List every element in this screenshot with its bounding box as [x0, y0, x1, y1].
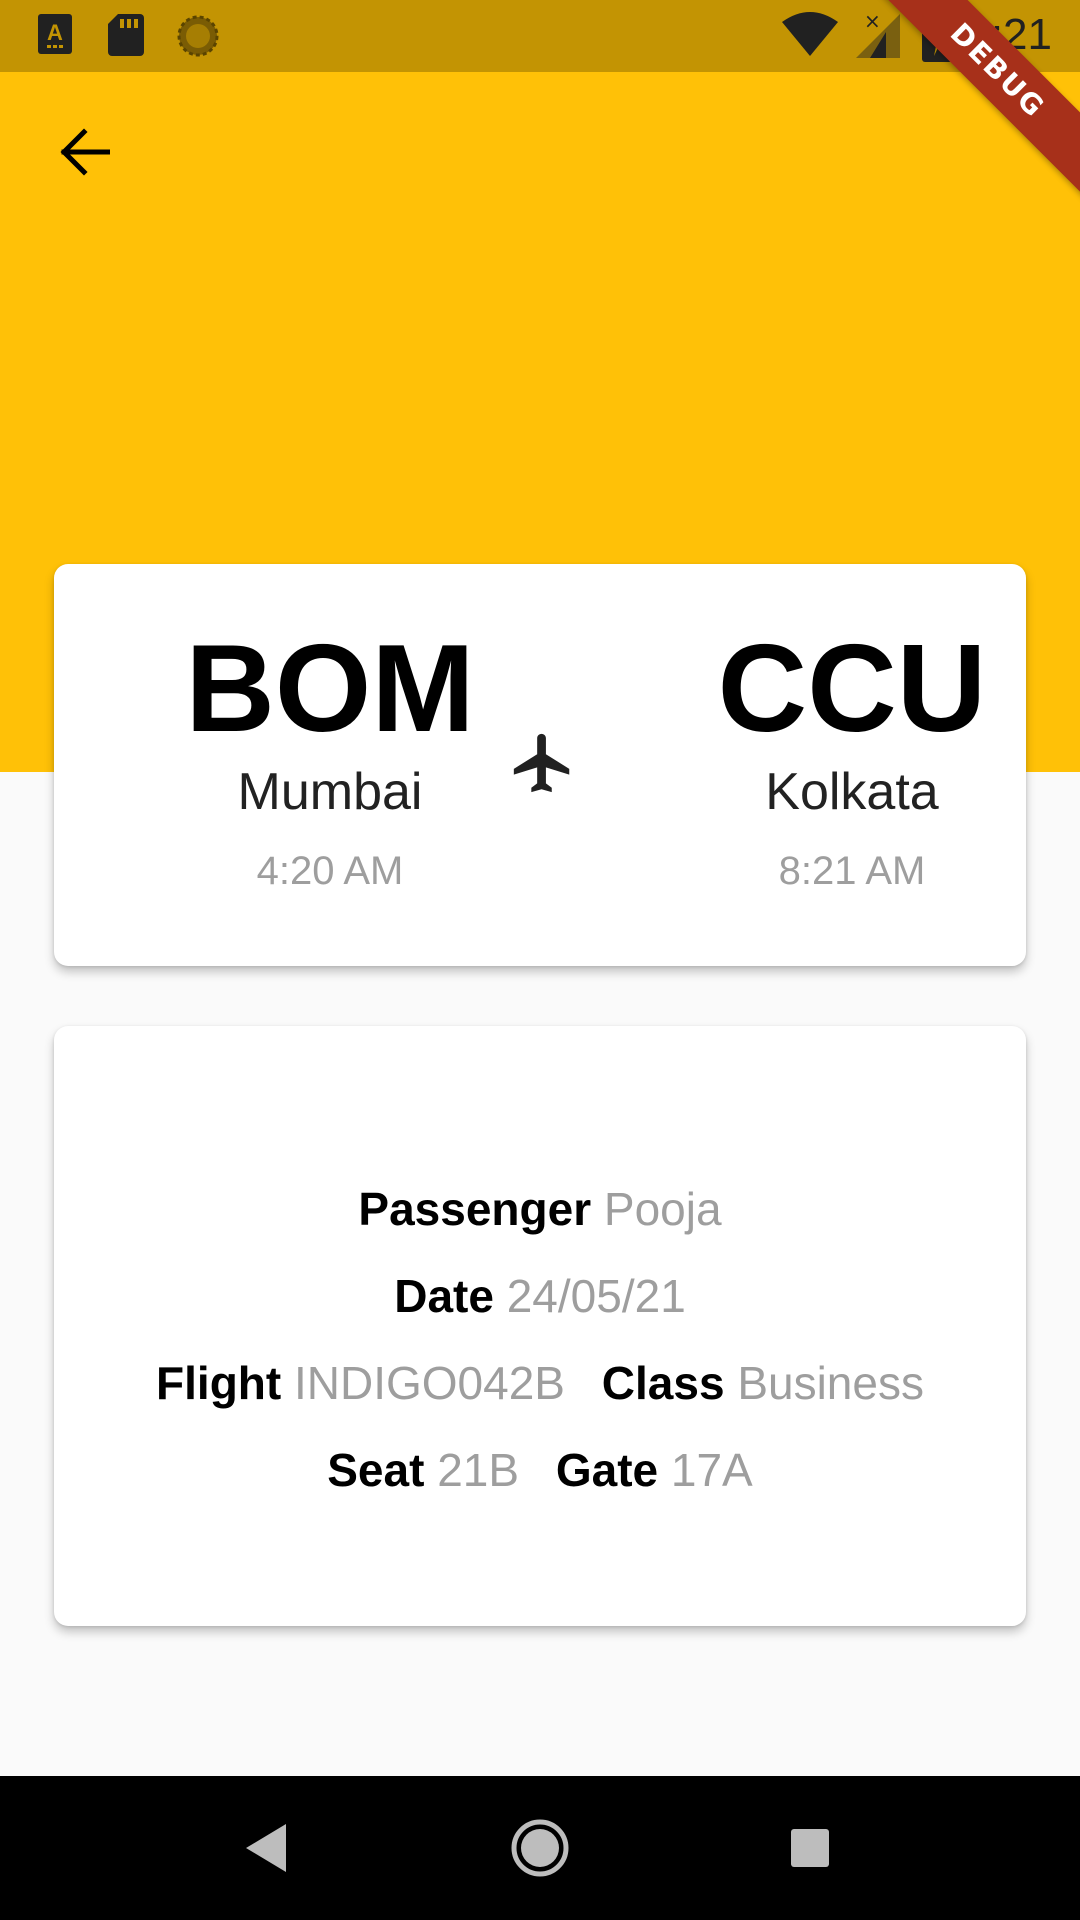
svg-text:×: ×: [864, 12, 881, 33]
gate-value: 17A: [670, 1444, 753, 1496]
seat-label: Seat: [327, 1444, 425, 1496]
seat-gate-row: Seat 21B Gate 17A: [54, 1427, 1026, 1514]
sd-card-icon: [108, 14, 144, 56]
date-row: Date 24/05/21: [54, 1253, 1026, 1340]
departure-time: 4:20 AM: [256, 849, 404, 893]
origin-airport: BOM Mumbai 4:20 AM: [150, 624, 510, 896]
route-card: BOM Mumbai 4:20 AM CCU Kolkata 8:21 AM: [54, 564, 1026, 966]
screen: A × 2:21 BOM Mumbai 4:20 AM CCU Kolkata …: [0, 0, 1080, 1920]
destination-city: Kolkata: [765, 763, 939, 821]
navigation-bar: [0, 1776, 1080, 1920]
destination-code: CCU: [717, 620, 987, 758]
class-label: Class: [601, 1357, 725, 1409]
gate-label: Gate: [555, 1444, 659, 1496]
class-value: Business: [737, 1357, 924, 1409]
home-circle-icon[interactable]: [508, 1816, 572, 1880]
date-label: Date: [394, 1270, 494, 1322]
arrow-back-icon: [60, 128, 110, 176]
svg-text:A: A: [47, 20, 63, 45]
destination-airport: CCU Kolkata 8:21 AM: [672, 624, 1032, 896]
recents-square-icon[interactable]: [778, 1816, 842, 1880]
sync-icon: [177, 15, 219, 57]
passenger-label: Passenger: [358, 1183, 592, 1235]
passenger-value: Pooja: [603, 1183, 722, 1235]
passenger-row: Passenger Pooja: [54, 1166, 1026, 1253]
back-button[interactable]: [44, 112, 124, 192]
airplane-icon: [513, 733, 570, 793]
origin-city: Mumbai: [237, 763, 423, 821]
signal-icon: ×: [856, 12, 900, 58]
back-triangle-icon[interactable]: [236, 1816, 300, 1880]
flight-label: Flight: [156, 1357, 282, 1409]
arrival-time: 8:21 AM: [778, 849, 926, 893]
seat-value: 21B: [437, 1444, 520, 1496]
flight-value: INDIGO042B: [294, 1357, 565, 1409]
flight-class-row: Flight INDIGO042B Class Business: [54, 1340, 1026, 1427]
ticket-details: Passenger Pooja Date 24/05/21 Flight IND…: [54, 1166, 1026, 1514]
a-notification-icon: A: [38, 14, 72, 54]
wifi-icon: [782, 12, 838, 56]
date-value: 24/05/21: [506, 1270, 686, 1322]
ticket-details-card: Passenger Pooja Date 24/05/21 Flight IND…: [54, 1026, 1026, 1626]
origin-code: BOM: [185, 620, 475, 758]
